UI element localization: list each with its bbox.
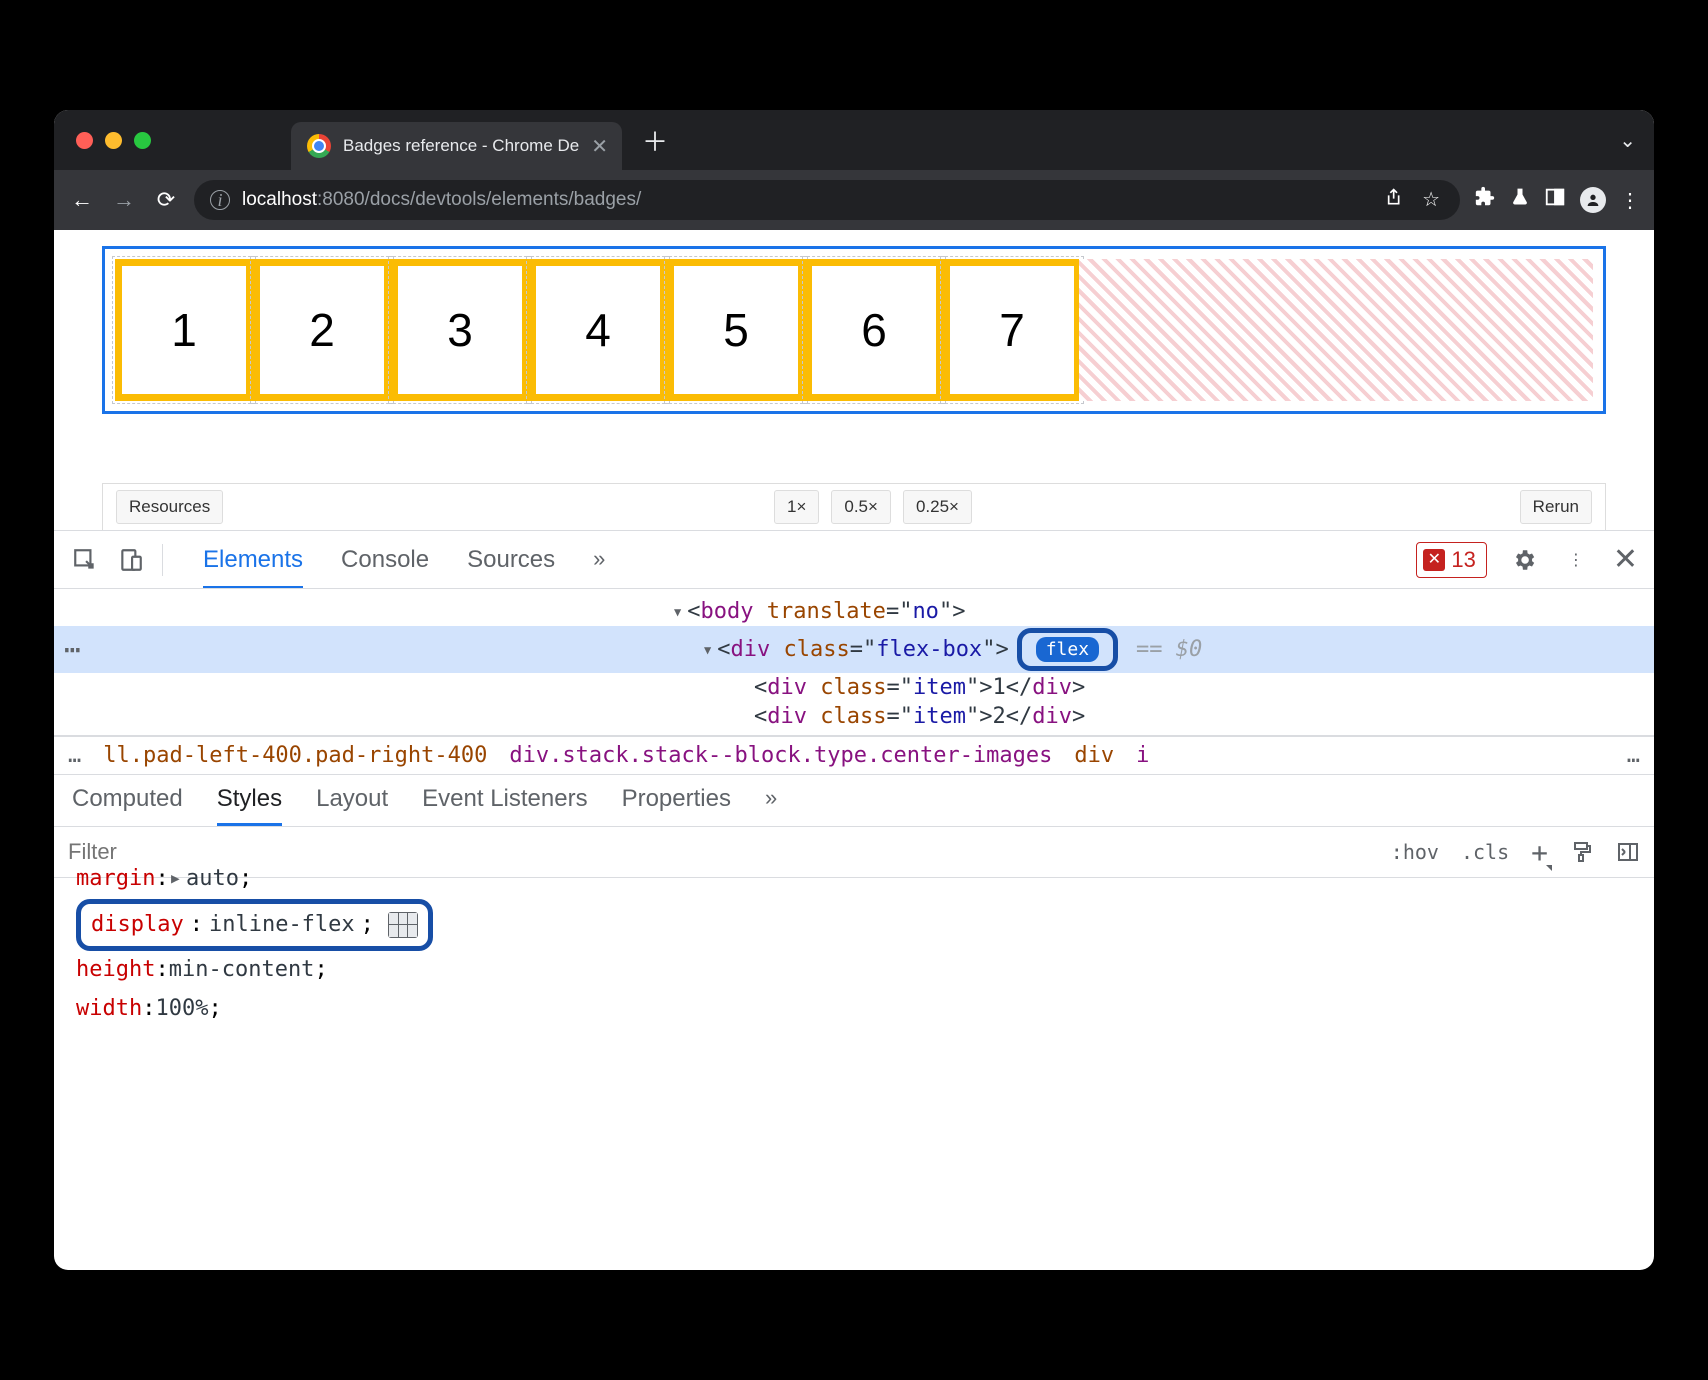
dom-node-item[interactable]: <div class="item">2</div>: [54, 702, 1654, 736]
labs-icon[interactable]: [1510, 186, 1530, 214]
page-content: 1 2 3 4 5 6 7 Resources 1× 0.5× 0.25× Re…: [54, 230, 1654, 530]
devtools-toolbar: Elements Console Sources » ✕13 ⋮ ✕: [54, 530, 1654, 588]
flex-item: 4: [529, 259, 667, 401]
maximize-icon[interactable]: [134, 132, 151, 149]
flex-item: 7: [943, 259, 1081, 401]
site-info-icon[interactable]: i: [210, 190, 230, 210]
flex-container-preview: 1 2 3 4 5 6 7: [102, 246, 1606, 414]
url-input[interactable]: i localhost:8080/docs/devtools/elements/…: [194, 180, 1460, 220]
address-bar: ← → ⟳ i localhost:8080/docs/devtools/ele…: [54, 170, 1654, 230]
css-declaration[interactable]: display: inline-flex;: [76, 899, 1632, 952]
dom-breadcrumb[interactable]: … ll.pad-left-400.pad-right-400 div.stac…: [54, 736, 1654, 774]
close-tab-icon[interactable]: ✕: [591, 134, 608, 159]
crumb-overflow-right[interactable]: …: [1627, 743, 1640, 768]
error-icon: ✕: [1423, 549, 1445, 571]
flex-item: 3: [391, 259, 529, 401]
more-tabs-icon[interactable]: »: [593, 546, 605, 574]
tab-console[interactable]: Console: [341, 546, 429, 574]
flex-item: 2: [253, 259, 391, 401]
chrome-icon: [307, 134, 331, 158]
tab-bar: Badges reference - Chrome De ✕ ＋ ⌄: [54, 110, 1654, 170]
panel-icon[interactable]: [1544, 186, 1566, 214]
browser-window: Badges reference - Chrome De ✕ ＋ ⌄ ← → ⟳…: [54, 110, 1654, 1270]
zoom-025x-button[interactable]: 0.25×: [903, 490, 972, 524]
devtools-tabs: Elements Console Sources »: [203, 546, 605, 574]
expand-icon[interactable]: ▼: [674, 605, 681, 619]
styles-subtabs: Computed Styles Layout Event Listeners P…: [54, 774, 1654, 826]
close-icon[interactable]: [76, 132, 93, 149]
extensions-icon[interactable]: [1474, 186, 1496, 214]
profile-icon[interactable]: [1580, 187, 1606, 213]
dom-node-flexbox[interactable]: ▼ <div class="flex-box"> flex == $0: [54, 626, 1654, 673]
new-rule-icon[interactable]: +: [1531, 836, 1548, 869]
crumb-segment[interactable]: div.stack.stack--block.type.center-image…: [509, 743, 1052, 768]
selected-marker: == $0: [1136, 637, 1202, 662]
embed-toolbar: Resources 1× 0.5× 0.25× Rerun: [102, 483, 1606, 530]
highlight-ring: display: inline-flex;: [76, 899, 433, 952]
back-icon[interactable]: ←: [68, 187, 96, 213]
share-icon[interactable]: [1382, 187, 1402, 213]
forward-icon[interactable]: →: [110, 187, 138, 213]
css-declaration[interactable]: margin: ▸ auto;: [76, 860, 1632, 899]
flex-item: 1: [115, 259, 253, 401]
settings-icon[interactable]: [1509, 545, 1539, 575]
tab-styles[interactable]: Styles: [217, 785, 282, 826]
dom-tree: ▼ <body translate="no"> ▼ <div class="fl…: [54, 588, 1654, 736]
crumb-segment[interactable]: ll.pad-left-400.pad-right-400: [103, 743, 487, 768]
crumb-segment[interactable]: i: [1136, 743, 1149, 768]
url-text: localhost:8080/docs/devtools/elements/ba…: [242, 189, 641, 211]
tab-sources[interactable]: Sources: [467, 546, 555, 574]
badge-highlight: flex: [1017, 628, 1118, 671]
tab-elements[interactable]: Elements: [203, 546, 303, 589]
error-count-badge[interactable]: ✕13: [1416, 542, 1486, 578]
reload-icon[interactable]: ⟳: [152, 187, 180, 213]
tab-event-listeners[interactable]: Event Listeners: [422, 785, 587, 826]
css-rules[interactable]: margin: ▸ auto; display: inline-flex; he…: [54, 878, 1654, 1048]
minimize-icon[interactable]: [105, 132, 122, 149]
dom-node-item[interactable]: <div class="item">1</div>: [54, 673, 1654, 702]
flex-item: 6: [805, 259, 943, 401]
crumb-segment[interactable]: div: [1074, 743, 1114, 768]
css-declaration[interactable]: width: 100%;: [76, 990, 1632, 1029]
rerun-button[interactable]: Rerun: [1520, 490, 1592, 524]
tab-computed[interactable]: Computed: [72, 785, 183, 826]
menu-icon[interactable]: ⋮: [1620, 188, 1640, 213]
browser-tab[interactable]: Badges reference - Chrome De ✕: [291, 122, 622, 170]
crumb-overflow-left[interactable]: …: [68, 743, 81, 768]
tab-layout[interactable]: Layout: [316, 785, 388, 826]
css-declaration[interactable]: height: min-content;: [76, 951, 1632, 990]
expand-icon[interactable]: ▼: [704, 643, 711, 657]
device-toggle-icon[interactable]: [116, 545, 146, 575]
zoom-05x-button[interactable]: 0.5×: [831, 490, 891, 524]
dom-node-body[interactable]: ▼ <body translate="no">: [54, 597, 1654, 626]
flex-editor-icon[interactable]: [388, 912, 418, 938]
window-controls: [76, 132, 151, 149]
tabs-menu-icon[interactable]: ⌄: [1619, 128, 1636, 153]
inspect-icon[interactable]: [70, 545, 100, 575]
more-subtabs-icon[interactable]: »: [765, 785, 777, 826]
kebab-menu-icon[interactable]: ⋮: [1561, 545, 1591, 575]
close-devtools-icon[interactable]: ✕: [1613, 542, 1638, 577]
resources-button[interactable]: Resources: [116, 490, 223, 524]
flex-item: 5: [667, 259, 805, 401]
new-tab-button[interactable]: ＋: [642, 122, 668, 159]
flex-badge[interactable]: flex: [1036, 637, 1099, 662]
tab-properties[interactable]: Properties: [622, 785, 731, 826]
tab-title: Badges reference - Chrome De: [343, 136, 579, 156]
bookmark-icon[interactable]: ☆: [1422, 187, 1440, 213]
zoom-1x-button[interactable]: 1×: [774, 490, 819, 524]
